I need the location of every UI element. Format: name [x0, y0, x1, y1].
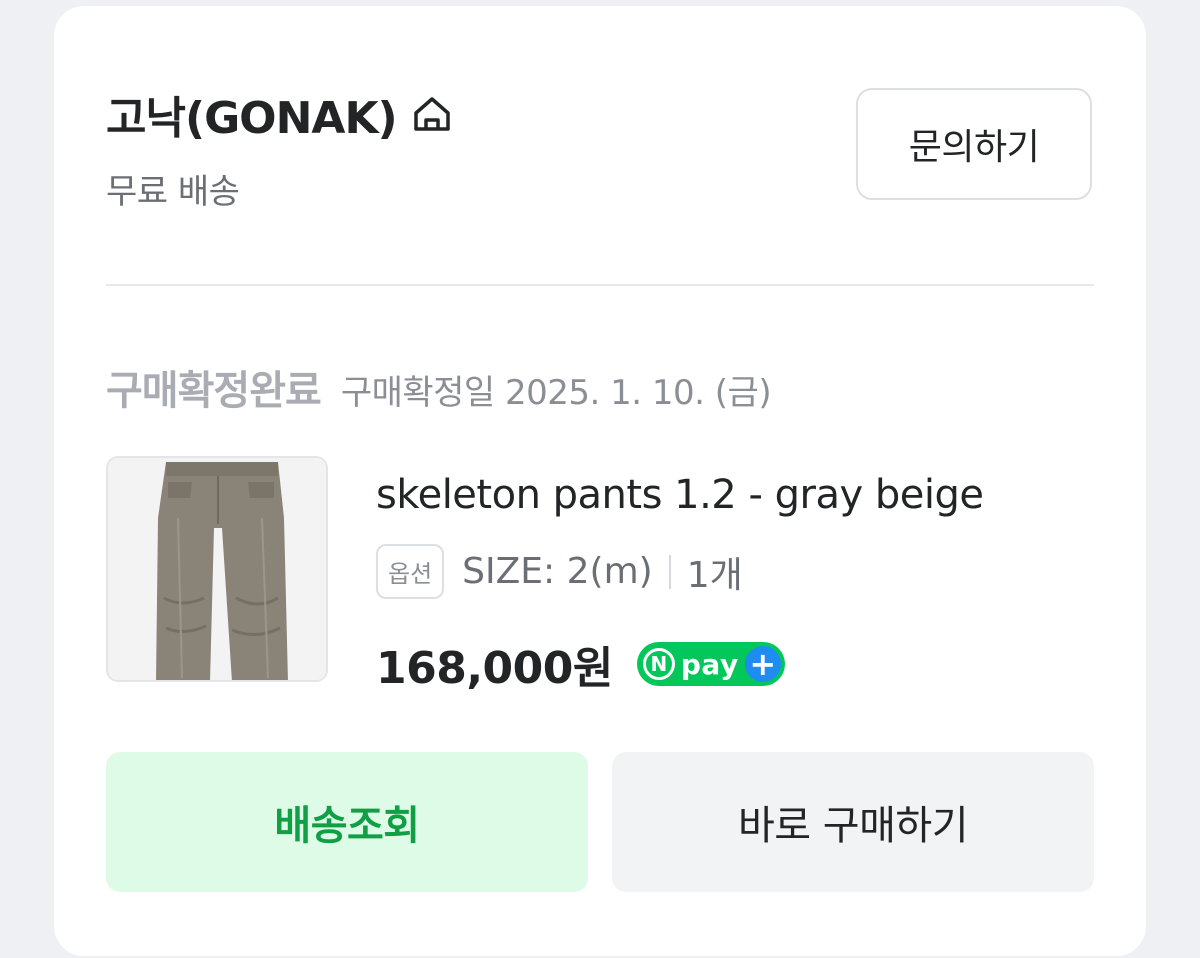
npay-plus-icon: +: [744, 646, 781, 682]
product-option-row: 옵션 SIZE: 2(m) 1개: [376, 544, 743, 599]
order-status-row: 구매확정완료 구매확정일 2025. 1. 10. (금): [106, 358, 772, 416]
order-card: 고낙(GONAK) 무료 배송 문의하기 구매확정완료 구매확정일 2025. …: [54, 6, 1146, 956]
npay-logo: N pay +: [636, 642, 785, 686]
store-name-row[interactable]: 고낙(GONAK): [106, 82, 453, 146]
option-size: SIZE: 2(m): [462, 551, 653, 592]
npay-n-icon: N: [642, 648, 675, 680]
price-row: 168,000원 N pay +: [376, 632, 785, 696]
product-name[interactable]: skeleton pants 1.2 - gray beige: [376, 472, 984, 518]
product-price: 168,000원: [376, 643, 613, 694]
store-name[interactable]: 고낙(GONAK): [106, 82, 398, 146]
home-icon[interactable]: [411, 93, 453, 135]
shipping-info: 무료 배송: [106, 172, 240, 212]
divider: [106, 284, 1094, 286]
inquiry-button[interactable]: 문의하기: [856, 88, 1092, 200]
option-badge: 옵션: [376, 544, 445, 599]
npay-text: pay: [680, 647, 739, 681]
track-delivery-button[interactable]: 배송조회: [106, 752, 588, 892]
buy-again-button[interactable]: 바로 구매하기: [612, 752, 1094, 892]
option-separator: [668, 554, 671, 589]
order-status: 구매확정완료: [106, 368, 322, 414]
confirm-date: 구매확정일 2025. 1. 10. (금): [340, 373, 772, 413]
product-thumbnail[interactable]: [106, 456, 328, 682]
option-quantity: 1개: [686, 554, 743, 596]
